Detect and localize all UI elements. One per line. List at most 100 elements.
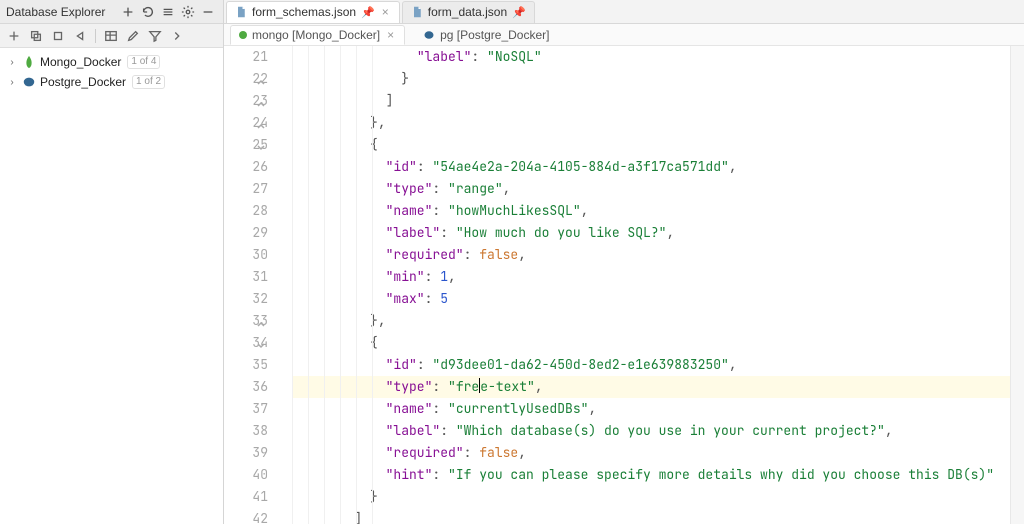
code-line[interactable]: "hint": "If you can please specify more …: [292, 464, 1010, 486]
line-number[interactable]: 42: [224, 508, 268, 524]
line-number[interactable]: 27: [224, 178, 268, 200]
sidebar-item-mongo[interactable]: ›Mongo_Docker1 of 4: [0, 52, 223, 72]
new-button[interactable]: [4, 26, 24, 46]
code-line[interactable]: "required": false,: [292, 244, 1010, 266]
console-tabs: mongo [Mongo_Docker] × pg [Postgre_Docker]: [224, 24, 1024, 46]
edit-button[interactable]: [123, 26, 143, 46]
tab-form_schemas-json[interactable]: form_schemas.json 📌 ×: [226, 1, 400, 23]
minimize-icon[interactable]: [199, 3, 217, 21]
close-icon[interactable]: ×: [385, 28, 396, 42]
close-icon[interactable]: ×: [380, 5, 391, 19]
tree-count: 1 of 2: [132, 75, 165, 89]
line-number[interactable]: 21: [224, 46, 268, 68]
refresh-button[interactable]: [139, 3, 157, 21]
tab-label: form_schemas.json: [252, 5, 356, 19]
fold-close-icon[interactable]: [256, 72, 266, 82]
code-line[interactable]: ]: [292, 508, 1010, 524]
code-column[interactable]: "label": "NoSQL" } ] }, { "id": "54ae4e2…: [286, 46, 1010, 524]
tree-count: 1 of 4: [127, 55, 160, 69]
pin-icon[interactable]: 📌: [512, 6, 526, 19]
code-line[interactable]: "type": "range",: [292, 178, 1010, 200]
table-button[interactable]: [101, 26, 121, 46]
json-file-icon: [411, 6, 423, 18]
tab-label: form_data.json: [428, 5, 507, 19]
chevron-right-icon[interactable]: ›: [6, 56, 18, 68]
code-line[interactable]: "type": "free-text",: [292, 376, 1010, 398]
line-number[interactable]: 40: [224, 464, 268, 486]
code-line[interactable]: "name": "howMuchLikesSQL",: [292, 200, 1010, 222]
editor-tabs: form_schemas.json 📌 × form_data.json 📌: [224, 0, 1024, 24]
fold-open-icon[interactable]: [256, 336, 266, 346]
stop-button[interactable]: [48, 26, 68, 46]
console-tab-label: mongo [Mongo_Docker]: [252, 28, 380, 42]
chevron-right-icon[interactable]: ›: [6, 76, 18, 88]
line-number[interactable]: 33: [224, 310, 268, 332]
more-button[interactable]: [167, 26, 187, 46]
code-line[interactable]: "required": false,: [292, 442, 1010, 464]
code-line[interactable]: }: [292, 68, 1010, 90]
window: Database Explorer ›Mongo_Docker1 of 4›Po…: [0, 0, 1024, 524]
console-tab-label: pg [Postgre_Docker]: [440, 28, 549, 42]
line-number[interactable]: 30: [224, 244, 268, 266]
line-number[interactable]: 22: [224, 68, 268, 90]
line-number[interactable]: 29: [224, 222, 268, 244]
code-line[interactable]: "id": "d93dee01-da62-450d-8ed2-e1e639883…: [292, 354, 1010, 376]
tree-label: Postgre_Docker: [40, 75, 126, 89]
line-number[interactable]: 31: [224, 266, 268, 288]
code-line[interactable]: },: [292, 310, 1010, 332]
line-number[interactable]: 36: [224, 376, 268, 398]
sidebar: Database Explorer ›Mongo_Docker1 of 4›Po…: [0, 0, 224, 524]
line-number[interactable]: 37: [224, 398, 268, 420]
sidebar-item-pg[interactable]: › Postgre_Docker 1 of 2: [0, 72, 223, 92]
postgres-icon: [423, 29, 435, 41]
add-datasource-button[interactable]: [119, 3, 137, 21]
filter-button[interactable]: [145, 26, 165, 46]
line-number[interactable]: 28: [224, 200, 268, 222]
rollback-button[interactable]: [70, 26, 90, 46]
code-editor[interactable]: 2122232425262728293031323334353637383940…: [224, 46, 1024, 524]
line-number[interactable]: 35: [224, 354, 268, 376]
fold-close-icon[interactable]: [256, 94, 266, 104]
code-line[interactable]: "label": "NoSQL": [292, 46, 1010, 68]
gutter: 2122232425262728293031323334353637383940…: [224, 46, 286, 524]
collapse-button[interactable]: [159, 3, 177, 21]
mongo-icon: [22, 55, 36, 69]
main: Database Explorer ›Mongo_Docker1 of 4›Po…: [0, 0, 1024, 524]
line-number[interactable]: 41: [224, 486, 268, 508]
fold-close-icon[interactable]: [256, 116, 266, 126]
code-line[interactable]: {: [292, 332, 1010, 354]
sidebar-title: Database Explorer: [6, 5, 117, 19]
json-file-icon: [235, 6, 247, 18]
code-line[interactable]: "label": "How much do you like SQL?",: [292, 222, 1010, 244]
code-line[interactable]: {: [292, 134, 1010, 156]
sidebar-header: Database Explorer: [0, 0, 223, 24]
code-line[interactable]: },: [292, 112, 1010, 134]
code-line[interactable]: ]: [292, 90, 1010, 112]
code-line[interactable]: "label": "Which database(s) do you use i…: [292, 420, 1010, 442]
console-tab-mongo[interactable]: mongo [Mongo_Docker] ×: [230, 25, 405, 45]
postgres-icon: [22, 75, 36, 89]
line-number[interactable]: 38: [224, 420, 268, 442]
line-number[interactable]: 39: [224, 442, 268, 464]
line-number[interactable]: 26: [224, 156, 268, 178]
code-line[interactable]: "min": 1,: [292, 266, 1010, 288]
separator: [95, 29, 96, 43]
line-number[interactable]: 25: [224, 134, 268, 156]
console-tab-pg[interactable]: pg [Postgre_Docker]: [415, 25, 557, 45]
line-number[interactable]: 32: [224, 288, 268, 310]
code-line[interactable]: "name": "currentlyUsedDBs",: [292, 398, 1010, 420]
pin-icon[interactable]: 📌: [361, 6, 375, 19]
code-line[interactable]: "id": "54ae4e2a-204a-4105-884d-a3f17ca57…: [292, 156, 1010, 178]
line-number[interactable]: 23: [224, 90, 268, 112]
code-line[interactable]: "max": 5: [292, 288, 1010, 310]
fold-open-icon[interactable]: [256, 138, 266, 148]
duplicate-button[interactable]: [26, 26, 46, 46]
line-number[interactable]: 24: [224, 112, 268, 134]
code-line[interactable]: }: [292, 486, 1010, 508]
marker-strip[interactable]: [1010, 46, 1024, 524]
settings-icon[interactable]: [179, 3, 197, 21]
datasource-tree[interactable]: ›Mongo_Docker1 of 4›Postgre_Docker1 of 2: [0, 48, 223, 524]
line-number[interactable]: 34: [224, 332, 268, 354]
fold-close-icon[interactable]: [256, 314, 266, 324]
tab-form_data-json[interactable]: form_data.json 📌: [402, 1, 535, 23]
